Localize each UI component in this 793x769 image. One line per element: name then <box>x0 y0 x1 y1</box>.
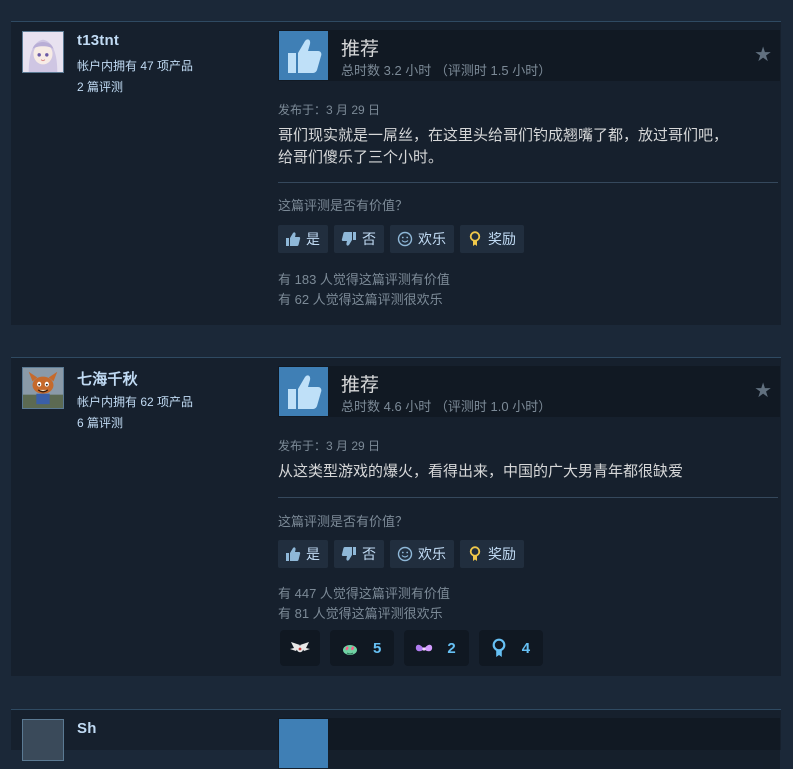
products-owned[interactable]: 帐户内拥有 62 项产品 <box>77 393 193 410</box>
divider <box>278 182 778 183</box>
review-content-line: 从这类型游戏的爆火，看得出来，中国的广大男青年都很缺爱 <box>278 463 684 480</box>
review-count[interactable]: 2 篇评测 <box>77 78 123 95</box>
award-ribbon-icon <box>466 230 484 248</box>
avatar[interactable] <box>22 31 64 73</box>
vote-yes-label: 是 <box>306 231 320 247</box>
vote-no-button[interactable]: 否 <box>334 225 384 253</box>
found-funny: 有 81 人觉得这篇评测很欢乐 <box>278 606 443 621</box>
award-wings[interactable]: 2 <box>404 630 469 666</box>
vote-funny-label: 欢乐 <box>418 546 446 562</box>
review-content-line: 哥们现实就是一屌丝，在这里头给哥们钓成翘嘴了都，放过哥们吧， <box>278 127 729 144</box>
vote-buttons: 是 否 欢乐 奖励 <box>278 540 524 568</box>
persona-name[interactable]: Sh <box>77 720 97 737</box>
thumbs-up-small-icon <box>284 230 302 248</box>
review-count[interactable]: 6 篇评测 <box>77 414 123 431</box>
vote-info: 有 183 人觉得这篇评测有价值 有 62 人觉得这篇评测很欢乐 <box>278 270 450 310</box>
review-card: 七海千秋 帐户内拥有 62 项产品 6 篇评测 推荐 总时数 4.6 小时 （评… <box>11 357 781 676</box>
vote-no-button[interactable]: 否 <box>334 540 384 568</box>
award-count: 5 <box>373 639 382 657</box>
medal-award-icon <box>488 637 510 659</box>
award-count: 4 <box>521 639 531 657</box>
vote-no-label: 否 <box>362 231 376 247</box>
award-winged[interactable] <box>280 630 320 666</box>
wings-award-icon <box>413 637 435 659</box>
award-star-icon[interactable]: ★ <box>754 381 772 401</box>
winged-award-icon <box>289 637 311 659</box>
recommendation-title: 推荐 <box>341 375 380 396</box>
vote-yes-button[interactable]: 是 <box>278 540 328 568</box>
vote-yes-label: 是 <box>306 546 320 562</box>
persona-name[interactable]: 七海千秋 <box>77 368 138 389</box>
recommendation-title: 推荐 <box>341 39 380 60</box>
award-heart-eyes[interactable]: 5 <box>330 630 395 666</box>
vote-header[interactable] <box>278 718 780 769</box>
award-button[interactable]: 奖励 <box>460 225 524 253</box>
vote-header[interactable]: 推荐 总时数 4.6 小时 （评测时 1.0 小时） ★ <box>278 366 780 417</box>
award-label: 奖励 <box>488 231 516 247</box>
review-content: 从这类型游戏的爆火，看得出来，中国的广大男青年都很缺爱 <box>278 461 768 483</box>
helpful-question: 这篇评测是否有价值？ <box>278 514 409 529</box>
thumbs-down-small-icon <box>340 545 358 563</box>
award-count: 2 <box>447 639 456 657</box>
divider <box>278 497 778 498</box>
found-helpful: 有 447 人觉得这篇评测有价值 <box>278 586 450 601</box>
posted-date: 发布于：3 月 29 日 <box>278 439 381 453</box>
award-button[interactable]: 奖励 <box>460 540 524 568</box>
thumbs-down-small-icon <box>340 230 358 248</box>
thumbs-up-icon <box>279 31 328 80</box>
award-label: 奖励 <box>488 546 516 562</box>
helpful-question: 这篇评测是否有价值？ <box>278 198 409 213</box>
review-content-line: 给哥们傻乐了三个小时。 <box>278 149 444 166</box>
vote-no-label: 否 <box>362 546 376 562</box>
thumbs-up-icon <box>279 719 328 768</box>
vote-header[interactable]: 推荐 总时数 3.2 小时 （评测时 1.5 小时） ★ <box>278 30 780 81</box>
persona-name[interactable]: t13tnt <box>77 32 119 49</box>
hours-played: 总时数 4.6 小时 （评测时 1.0 小时） <box>341 399 552 414</box>
vote-funny-button[interactable]: 欢乐 <box>390 225 454 253</box>
heart-eyes-award-icon <box>339 637 361 659</box>
found-helpful: 有 183 人觉得这篇评测有价值 <box>278 272 450 287</box>
vote-yes-button[interactable]: 是 <box>278 225 328 253</box>
vote-buttons: 是 否 欢乐 奖励 <box>278 225 524 253</box>
review-card: t13tnt 帐户内拥有 47 项产品 2 篇评测 推荐 总时数 3.2 小时 … <box>11 21 781 325</box>
posted-date: 发布于：3 月 29 日 <box>278 103 381 117</box>
review-content: 哥们现实就是一屌丝，在这里头给哥们钓成翘嘴了都，放过哥们吧， 给哥们傻乐了三个小… <box>278 125 768 169</box>
thumbs-up-small-icon <box>284 545 302 563</box>
award-ribbon-icon <box>466 545 484 563</box>
awards-row: 5 2 4 <box>280 630 544 666</box>
hours-played: 总时数 3.2 小时 （评测时 1.5 小时） <box>341 63 552 78</box>
review-card: Sh <box>11 709 781 769</box>
smiley-icon <box>396 230 414 248</box>
smiley-icon <box>396 545 414 563</box>
avatar[interactable] <box>22 719 64 761</box>
avatar[interactable] <box>22 367 64 409</box>
vote-funny-label: 欢乐 <box>418 231 446 247</box>
vote-info: 有 447 人觉得这篇评测有价值 有 81 人觉得这篇评测很欢乐 <box>278 584 450 624</box>
thumbs-up-icon <box>279 367 328 416</box>
found-funny: 有 62 人觉得这篇评测很欢乐 <box>278 292 443 307</box>
award-star-icon[interactable]: ★ <box>754 45 772 65</box>
products-owned[interactable]: 帐户内拥有 47 项产品 <box>77 57 193 74</box>
vote-funny-button[interactable]: 欢乐 <box>390 540 454 568</box>
award-medal[interactable]: 4 <box>478 630 544 666</box>
